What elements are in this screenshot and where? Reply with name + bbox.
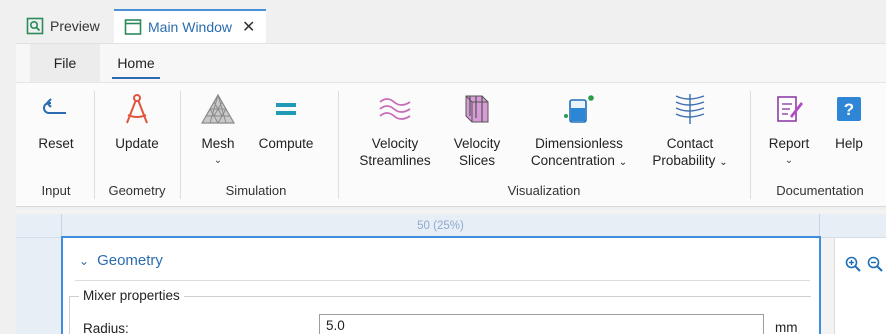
group-label-visualization: Visualization bbox=[507, 183, 581, 198]
fieldset-legend: Mixer properties bbox=[79, 288, 184, 303]
form-canvas: ⌄ Geometry Mixer properties Radius: mm bbox=[61, 236, 821, 334]
help-button[interactable]: ? Help bbox=[826, 89, 872, 152]
group-label-simulation: Simulation bbox=[225, 183, 287, 198]
equals-icon bbox=[266, 89, 306, 129]
velocity-streamlines-label-1: Velocity bbox=[371, 136, 419, 151]
reset-label: Reset bbox=[38, 136, 74, 151]
velocity-streamlines-label-2: Streamlines bbox=[359, 153, 431, 168]
reset-icon bbox=[36, 89, 76, 129]
help-icon: ? bbox=[829, 89, 869, 129]
dimensionless-label-1: Dimensionless bbox=[535, 136, 623, 151]
slices-icon bbox=[457, 89, 497, 129]
beaker-icon bbox=[559, 89, 599, 129]
contact-label-2: Probability ⌄ bbox=[652, 153, 728, 168]
compass-icon bbox=[117, 89, 157, 129]
ribbon-tab-bar: File Home bbox=[16, 44, 886, 82]
report-button[interactable]: Report ⌄ bbox=[764, 89, 814, 169]
radius-label: Radius: bbox=[83, 321, 129, 334]
radius-unit: mm bbox=[775, 320, 798, 334]
compute-button[interactable]: Compute bbox=[254, 89, 318, 152]
mesh-label: Mesh bbox=[201, 136, 235, 151]
zoom-in-icon[interactable] bbox=[843, 254, 863, 274]
mesh-button[interactable]: Mesh ⌄ bbox=[194, 89, 242, 169]
group-label-input: Input bbox=[41, 183, 71, 198]
close-icon[interactable]: ✕ bbox=[242, 17, 255, 37]
ribbon-body: Reset Update Mesh ⌄ Compute Velocity Str… bbox=[16, 82, 886, 207]
group-label-documentation: Documentation bbox=[776, 183, 864, 198]
chevron-down-icon: ⌄ bbox=[784, 155, 794, 166]
tab-file[interactable]: File bbox=[30, 44, 100, 82]
zoom-out-icon[interactable] bbox=[865, 254, 885, 274]
chevron-down-icon: ⌄ bbox=[79, 253, 90, 268]
probability-icon bbox=[670, 89, 710, 129]
divider bbox=[75, 280, 810, 281]
svg-text:?: ? bbox=[844, 100, 854, 119]
group-label-geometry: Geometry bbox=[108, 183, 166, 198]
ruler-label: 50 (25%) bbox=[61, 214, 820, 238]
ribbon: File Home Reset Update Mesh ⌄ Compute Ve… bbox=[16, 43, 886, 207]
tab-preview[interactable]: Preview bbox=[16, 9, 108, 43]
section-title: Geometry bbox=[97, 252, 163, 269]
dimensionless-label-2: Concentration ⌄ bbox=[530, 153, 628, 168]
tab-preview-label: Preview bbox=[50, 18, 100, 34]
streamlines-icon bbox=[375, 89, 415, 129]
update-button[interactable]: Update bbox=[108, 89, 166, 152]
velocity-streamlines-button[interactable]: Velocity Streamlines bbox=[354, 89, 436, 169]
group-separator bbox=[180, 91, 181, 199]
velocity-slices-label-1: Velocity bbox=[453, 136, 501, 151]
update-label: Update bbox=[115, 136, 159, 151]
document-tab-bar: Preview Main Window ✕ bbox=[0, 0, 886, 44]
compute-label: Compute bbox=[258, 136, 314, 151]
mesh-icon bbox=[198, 89, 238, 129]
tab-main-window-label: Main Window bbox=[148, 19, 233, 35]
tab-home[interactable]: Home bbox=[108, 44, 164, 82]
reset-button[interactable]: Reset bbox=[34, 89, 78, 152]
radius-input[interactable] bbox=[319, 314, 764, 334]
tab-main-window[interactable]: Main Window ✕ bbox=[114, 9, 266, 43]
velocity-slices-label-2: Slices bbox=[458, 153, 495, 168]
velocity-slices-button[interactable]: Velocity Slices bbox=[444, 89, 510, 169]
content-area: 50 (25%) ⌄ Geometry Mixer properties Rad… bbox=[16, 210, 886, 334]
graphics-toolbar bbox=[834, 238, 886, 334]
ruler: 50 (25%) bbox=[16, 214, 886, 238]
dimensionless-concentration-button[interactable]: Dimensionless Concentration ⌄ bbox=[520, 89, 638, 171]
contact-label-1: Contact bbox=[666, 136, 714, 151]
report-label: Report bbox=[768, 136, 810, 151]
geometry-section-header[interactable]: ⌄ Geometry bbox=[79, 252, 163, 269]
group-separator bbox=[750, 91, 751, 199]
help-label: Help bbox=[835, 136, 863, 151]
group-separator bbox=[94, 91, 95, 199]
preview-icon bbox=[26, 17, 44, 35]
window-icon bbox=[124, 18, 142, 36]
contact-probability-button[interactable]: Contact Probability ⌄ bbox=[646, 89, 734, 171]
left-margin bbox=[16, 238, 61, 334]
group-separator bbox=[338, 91, 339, 199]
app-window: Preview Main Window ✕ File Home Reset Up… bbox=[0, 0, 886, 334]
chevron-down-icon: ⌄ bbox=[213, 155, 223, 166]
report-icon bbox=[769, 89, 809, 129]
